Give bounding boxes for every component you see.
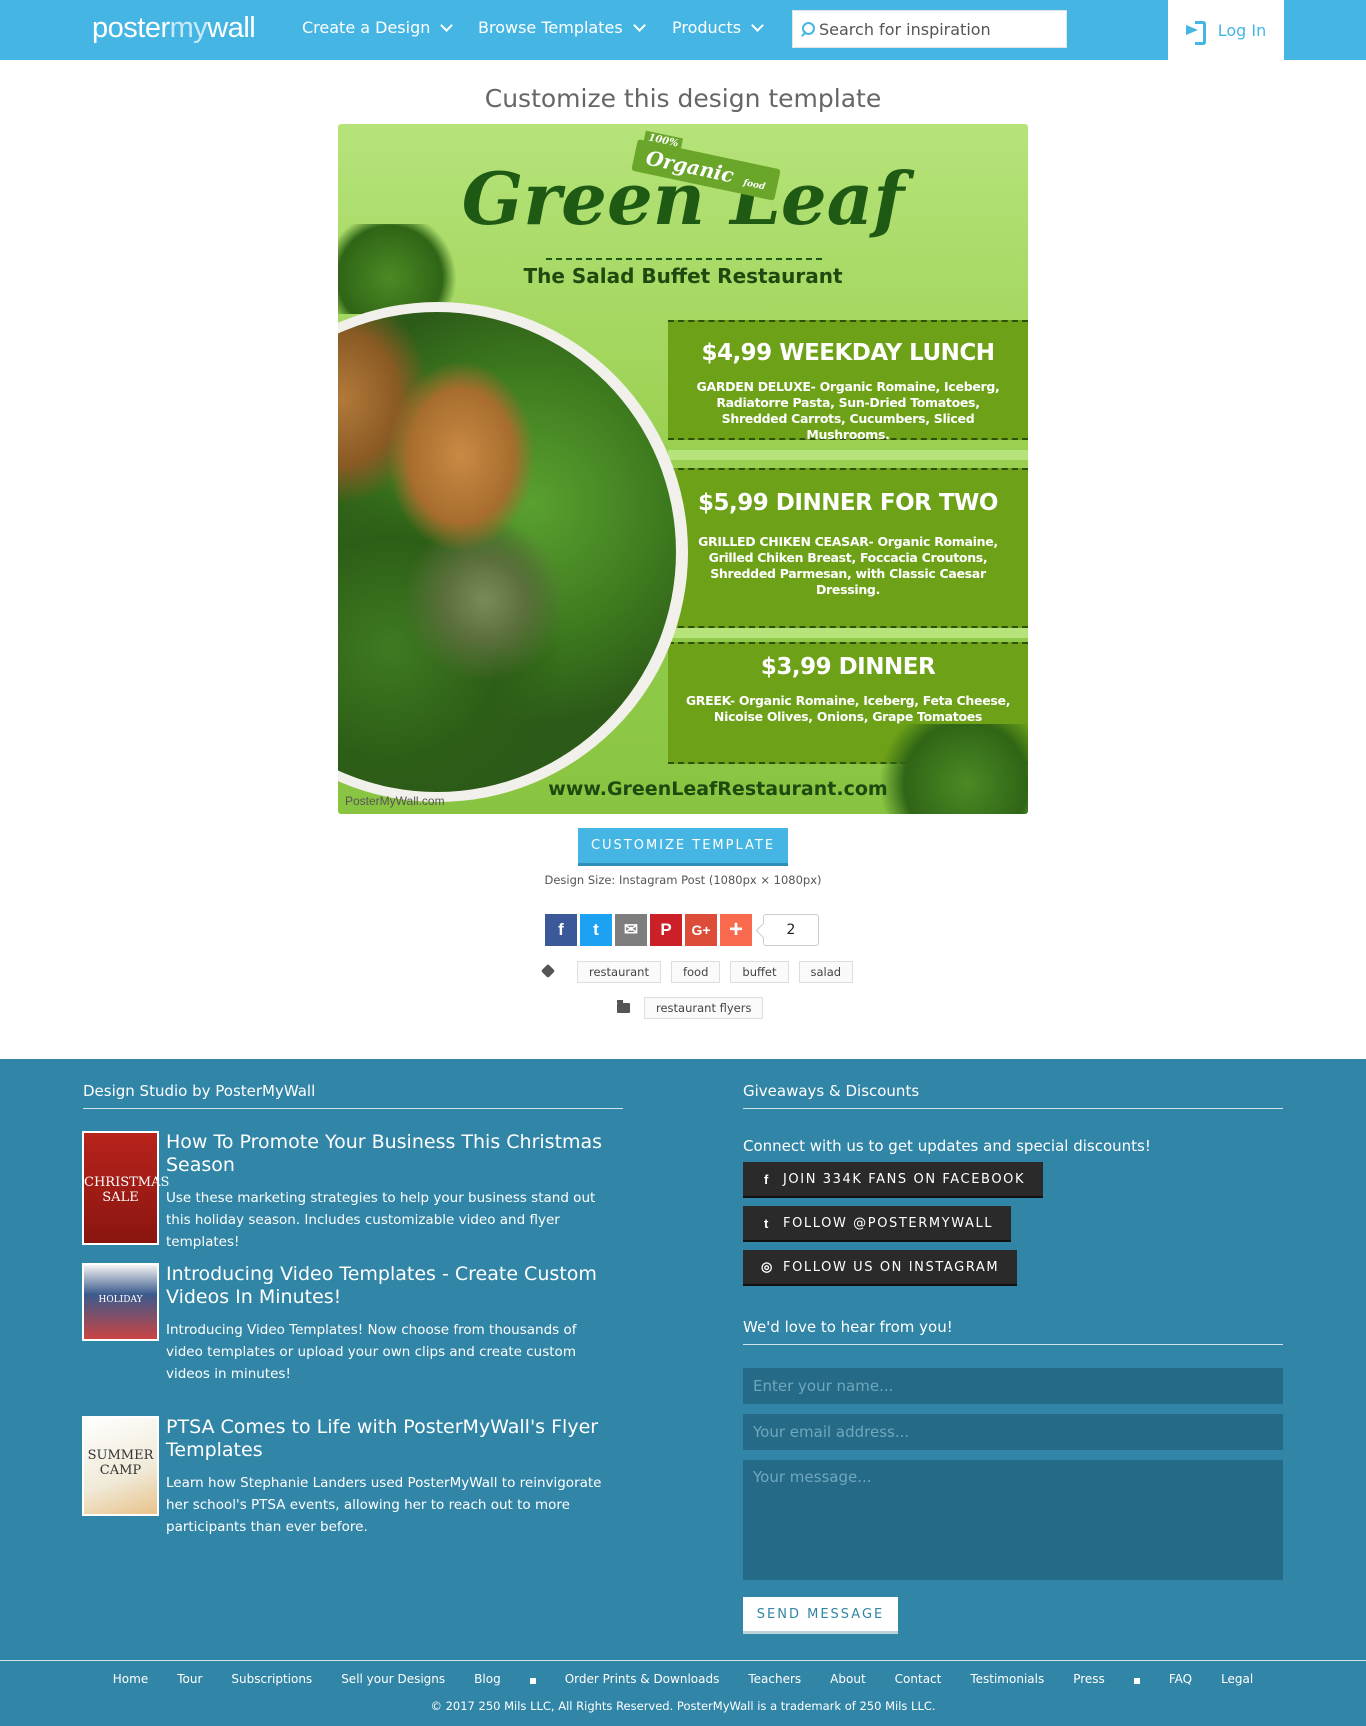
- chevron-down-icon: [632, 18, 646, 32]
- pinterest-share-icon[interactable]: P: [650, 914, 682, 946]
- offer-description: GREEK- Organic Romaine, Iceberg, Feta Ch…: [685, 693, 1011, 724]
- share-bar: f t ✉ P G+ + 2: [545, 914, 819, 946]
- search-box: [792, 10, 1067, 48]
- offer-description: GRILLED CHIKEN CEASAR- Organic Romaine, …: [698, 534, 998, 597]
- nav-products[interactable]: Products: [672, 18, 764, 37]
- separator-square: [1133, 1678, 1140, 1684]
- blog-article: SUMMER CAMP PTSA Comes to Life with Post…: [82, 1416, 622, 1546]
- footer-link-legal[interactable]: Legal: [1221, 1672, 1253, 1686]
- article-description: Learn how Stephanie Landers used PosterM…: [166, 1475, 602, 1535]
- poster-url: www.GreenLeafRestaurant.com: [548, 778, 888, 800]
- footer-link-testimonials[interactable]: Testimonials: [970, 1672, 1044, 1686]
- google-plus-share-icon[interactable]: G+: [685, 914, 717, 946]
- footer-link-about[interactable]: About: [830, 1672, 865, 1686]
- poster-tagline: The Salad Buffet Restaurant: [523, 264, 843, 288]
- email-field[interactable]: [743, 1414, 1283, 1450]
- footer-link-subscriptions[interactable]: Subscriptions: [231, 1672, 312, 1686]
- tags-icon: [543, 966, 559, 978]
- stripe: [668, 628, 1028, 638]
- chevron-down-icon: [751, 18, 764, 32]
- stripe: [668, 450, 1028, 460]
- nav-browse-templates[interactable]: Browse Templates: [478, 18, 646, 37]
- article-description: Use these marketing strategies to help y…: [166, 1190, 596, 1250]
- offer-price: $5,99 DINNER FOR TWO: [698, 490, 998, 516]
- kale-decoration: [858, 724, 1028, 814]
- footer-link-home[interactable]: Home: [113, 1672, 148, 1686]
- offer-price: $4,99 WEEKDAY LUNCH: [701, 340, 995, 366]
- watermark: PosterMyWall.com: [345, 794, 445, 808]
- top-nav: postermywall Create a Design Browse Temp…: [0, 0, 1366, 60]
- logo[interactable]: postermywall: [92, 12, 256, 45]
- separator-square: [529, 1678, 536, 1684]
- instagram-icon: ◎: [761, 1259, 774, 1274]
- offer-description: GARDEN DELUXE- Organic Romaine, Iceberg,…: [696, 379, 1000, 442]
- article-thumbnail[interactable]: HOLIDAY: [82, 1263, 159, 1341]
- share-count: 2: [763, 914, 819, 946]
- email-share-icon[interactable]: ✉: [615, 914, 647, 946]
- send-message-button[interactable]: SEND MESSAGE: [743, 1597, 898, 1634]
- footer-link-faq[interactable]: FAQ: [1169, 1672, 1192, 1686]
- search-icon: [793, 10, 819, 48]
- footer-link-press[interactable]: Press: [1073, 1672, 1105, 1686]
- footer-link-sell-designs[interactable]: Sell your Designs: [341, 1672, 445, 1686]
- tag[interactable]: restaurant: [577, 961, 661, 983]
- footer-link-blog[interactable]: Blog: [474, 1672, 501, 1686]
- tag[interactable]: salad: [798, 961, 854, 983]
- footer-links: Home Tour Subscriptions Sell your Design…: [0, 1672, 1366, 1686]
- footer-link-teachers[interactable]: Teachers: [748, 1672, 801, 1686]
- giveaways-heading: Giveaways & Discounts: [743, 1082, 1283, 1109]
- footer-link-contact[interactable]: Contact: [895, 1672, 942, 1686]
- facebook-icon: f: [764, 1171, 770, 1187]
- facebook-follow-button[interactable]: f JOIN 334K FANS ON FACEBOOK: [743, 1162, 1044, 1198]
- article-description: Introducing Video Templates! Now choose …: [166, 1322, 577, 1382]
- twitter-share-icon[interactable]: t: [580, 914, 612, 946]
- folder-icon: [617, 1000, 630, 1013]
- nav-create-a-design[interactable]: Create a Design: [302, 18, 454, 37]
- blog-article: CHRISTMAS SALE How To Promote Your Busin…: [82, 1131, 622, 1251]
- facebook-share-icon[interactable]: f: [545, 914, 577, 946]
- tag[interactable]: buffet: [730, 961, 789, 983]
- instagram-follow-button[interactable]: ◎ FOLLOW US ON INSTAGRAM: [743, 1250, 1018, 1286]
- tag[interactable]: food: [670, 961, 721, 983]
- tag-list: restaurant food buffet salad: [543, 961, 854, 983]
- footer-divider: [0, 1660, 1366, 1661]
- article-title[interactable]: PTSA Comes to Life with PosterMyWall's F…: [166, 1416, 616, 1462]
- sign-in-icon: [1185, 21, 1206, 45]
- login-label: Log In: [1217, 20, 1267, 40]
- article-thumbnail[interactable]: SUMMER CAMP: [82, 1416, 159, 1516]
- blog-article: HOLIDAY Introducing Video Templates - Cr…: [82, 1263, 622, 1393]
- twitter-icon: t: [764, 1215, 770, 1231]
- article-title[interactable]: How To Promote Your Business This Christ…: [166, 1131, 616, 1177]
- template-preview[interactable]: Green Leaf 100% Organic food The Salad B…: [338, 124, 1028, 814]
- login-button[interactable]: Log In: [1168, 0, 1284, 60]
- footer-link-order-prints[interactable]: Order Prints & Downloads: [565, 1672, 720, 1686]
- twitter-follow-button[interactable]: t FOLLOW @POSTERMYWALL: [743, 1206, 1012, 1242]
- chevron-down-icon: [440, 18, 454, 32]
- category-list: restaurant flyers: [617, 997, 764, 1019]
- customize-template-button[interactable]: CUSTOMIZE TEMPLATE: [578, 828, 788, 866]
- search-input[interactable]: [819, 19, 1059, 39]
- tagline-rule: [546, 258, 822, 260]
- message-field[interactable]: [743, 1460, 1283, 1580]
- add-share-icon[interactable]: +: [720, 914, 752, 946]
- contact-heading: We'd love to hear from you!: [743, 1318, 1283, 1345]
- article-title[interactable]: Introducing Video Templates - Create Cus…: [166, 1263, 616, 1309]
- article-thumbnail[interactable]: CHRISTMAS SALE: [82, 1131, 169, 1245]
- category-tag[interactable]: restaurant flyers: [644, 997, 764, 1019]
- copyright: © 2017 250 Mils LLC, All Rights Reserved…: [430, 1699, 936, 1713]
- page-title: Customize this design template: [484, 84, 882, 113]
- connect-text: Connect with us to get updates and speci…: [743, 1137, 1151, 1155]
- design-size: Design Size: Instagram Post (1080px × 10…: [544, 873, 822, 887]
- salad-image: [338, 312, 676, 792]
- footer-link-tour[interactable]: Tour: [177, 1672, 202, 1686]
- offer-price: $3,99 DINNER: [760, 654, 936, 680]
- design-studio-heading: Design Studio by PosterMyWall: [83, 1082, 623, 1109]
- name-field[interactable]: [743, 1368, 1283, 1404]
